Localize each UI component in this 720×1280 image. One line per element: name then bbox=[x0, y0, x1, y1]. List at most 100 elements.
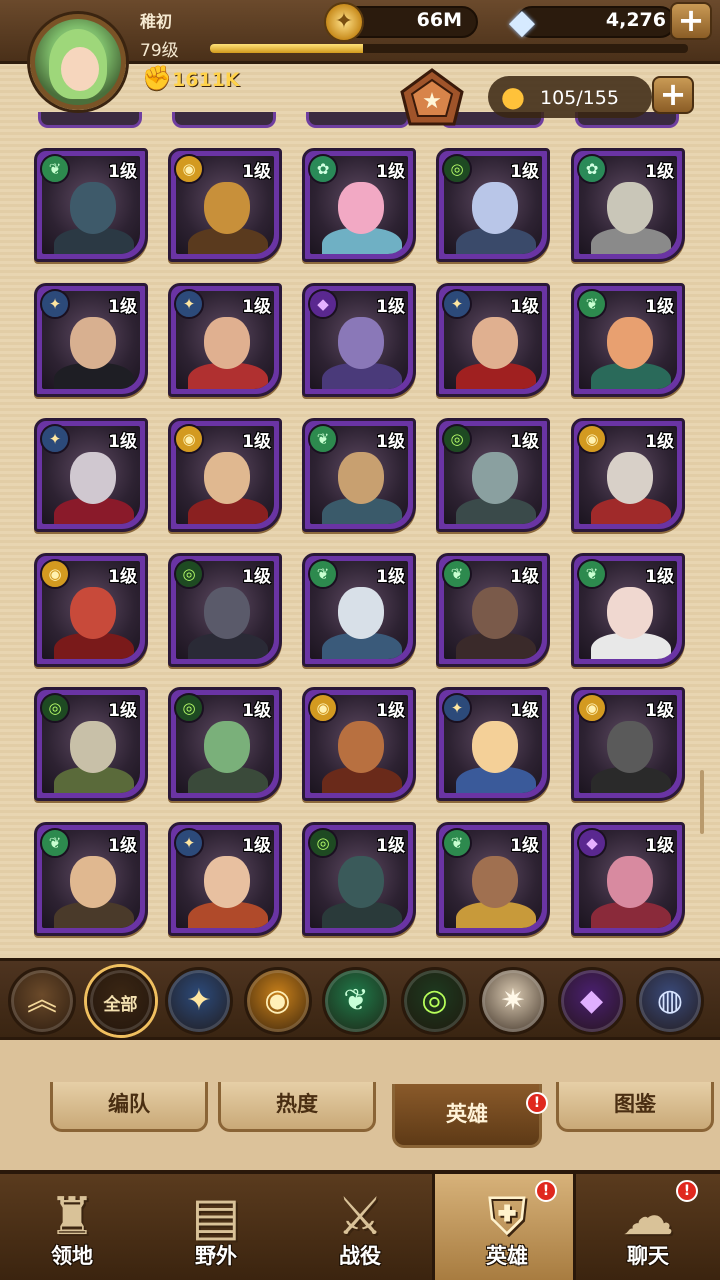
filter-hypogean-button[interactable]: ◆ bbox=[557, 967, 626, 1035]
star-badge-icon: ✦ bbox=[174, 289, 204, 319]
hero-card[interactable]: ✦ 1级 bbox=[436, 687, 550, 801]
hero-level: 1级 bbox=[645, 162, 674, 182]
filter-mauler-button[interactable]: ◉ bbox=[243, 967, 312, 1035]
hero-card[interactable]: ◉ 1级 bbox=[571, 418, 685, 532]
expand-roster-button[interactable]: + bbox=[652, 76, 694, 114]
hero-card[interactable]: ❦ 1级 bbox=[34, 822, 148, 936]
tab-1[interactable]: 热度 bbox=[218, 1082, 376, 1132]
filter-graveborn-button[interactable]: ◎ bbox=[400, 967, 469, 1035]
hero-card[interactable]: ✦ 1级 bbox=[34, 418, 148, 532]
hero-level: 1级 bbox=[242, 836, 271, 856]
hero-card[interactable]: ✦ 1级 bbox=[168, 822, 282, 936]
hero-card[interactable]: ◎ 1级 bbox=[34, 687, 148, 801]
hero-card[interactable]: ◉ 1级 bbox=[34, 553, 148, 667]
eye-badge-icon: ◎ bbox=[442, 154, 472, 184]
hero-level: 1级 bbox=[242, 567, 271, 587]
tab-3[interactable]: 图鉴 bbox=[556, 1082, 714, 1132]
add-gems-button[interactable]: + bbox=[670, 2, 712, 40]
hypogean-icon: ◆ bbox=[579, 983, 604, 1018]
hero-card[interactable]: ✦ 1级 bbox=[436, 283, 550, 397]
hero-level: 1级 bbox=[108, 162, 137, 182]
gem-value: 4,276 bbox=[605, 9, 666, 31]
nav-label: 野外 bbox=[195, 1244, 237, 1268]
eye-badge-icon: ◎ bbox=[40, 693, 70, 723]
gold-coin-icon: ✦ bbox=[324, 2, 364, 42]
player-name: 稚初 bbox=[140, 12, 173, 31]
nav-sword[interactable]: ⚔ 战役 bbox=[288, 1174, 432, 1280]
hero-card[interactable]: ◉ 1级 bbox=[302, 687, 416, 801]
hero-card[interactable]: ❦ 1级 bbox=[436, 553, 550, 667]
hero-emblem-icon: ★ bbox=[400, 68, 464, 126]
hero-level: 1级 bbox=[645, 567, 674, 587]
leaf-icon: ❦ bbox=[343, 983, 369, 1018]
filter-wilder-button[interactable]: ❦ bbox=[322, 967, 390, 1035]
hero-level: 1级 bbox=[108, 701, 137, 721]
mauler-badge-icon: ◉ bbox=[174, 154, 204, 184]
hero-level: 1级 bbox=[108, 297, 137, 317]
hero-card-partial[interactable] bbox=[172, 112, 276, 128]
mauler-icon: ◉ bbox=[264, 983, 291, 1018]
hero-card[interactable]: ◎ 1级 bbox=[436, 418, 550, 532]
hero-card[interactable]: ❦ 1级 bbox=[436, 822, 550, 936]
hero-card[interactable]: ❦ 1级 bbox=[571, 283, 685, 397]
hero-grid[interactable]: ❦ 1级 ◉ 1级 ✿ 1级 ◎ 1级 ✿ 1级 ✦ 1级 ✦ 1级 ◆ 1级 ✦ 1级 ❦ 1级 ✦ 1级 ◉ 1级 ❦ 1级 ◎… bbox=[0, 64, 720, 954]
hero-card[interactable]: ❦ 1级 bbox=[34, 148, 148, 262]
hero-card-partial[interactable] bbox=[38, 112, 142, 128]
leaf-badge-icon: ❦ bbox=[308, 424, 338, 454]
hypogean-badge-icon: ◆ bbox=[577, 828, 607, 858]
hero-card[interactable]: ✦ 1级 bbox=[168, 283, 282, 397]
hero-level: 1级 bbox=[108, 836, 137, 856]
hero-card[interactable]: ◉ 1级 bbox=[571, 687, 685, 801]
mauler-badge-icon: ◉ bbox=[577, 424, 607, 454]
filter-lightbearer-button[interactable]: ✦ bbox=[165, 967, 233, 1035]
xp-fill bbox=[210, 44, 363, 53]
eye-badge-icon: ◎ bbox=[442, 424, 472, 454]
hero-card[interactable]: ❦ 1级 bbox=[571, 553, 685, 667]
nav-map[interactable]: ▤ 野外 bbox=[144, 1174, 288, 1280]
tab-2[interactable]: 英雄 bbox=[392, 1084, 542, 1148]
hero-card[interactable]: ◆ 1级 bbox=[302, 283, 416, 397]
diamond-icon: ◆ bbox=[508, 2, 536, 42]
sun-icon: ✷ bbox=[500, 983, 526, 1018]
hero-card[interactable]: ✦ 1级 bbox=[34, 283, 148, 397]
hero-card[interactable]: ◉ 1级 bbox=[168, 148, 282, 262]
eye-icon: ◎ bbox=[421, 983, 448, 1018]
hero-card[interactable]: ◆ 1级 bbox=[571, 822, 685, 936]
hero-card[interactable]: ❦ 1级 bbox=[302, 553, 416, 667]
filter-dimensional-button[interactable]: ◍ bbox=[636, 967, 704, 1035]
hero-level: 1级 bbox=[376, 836, 405, 856]
scrollbar[interactable] bbox=[700, 770, 704, 834]
dimensional-icon: ◍ bbox=[656, 983, 684, 1018]
filter-all-button[interactable]: 全部 bbox=[86, 967, 155, 1035]
hero-sub-tabs: 编队 热度 英雄! 图鉴 bbox=[0, 1040, 720, 1170]
hero-level: 1级 bbox=[645, 836, 674, 856]
hero-level: 1级 bbox=[510, 432, 539, 452]
star-badge-icon: ✦ bbox=[174, 828, 204, 858]
hero-card[interactable]: ✿ 1级 bbox=[302, 148, 416, 262]
hero-card[interactable]: ◎ 1级 bbox=[436, 148, 550, 262]
bottom-navigation: ♜ 领地 ▤ 野外 ⚔ 战役 ⛨ 英雄! ☁ 聊天! bbox=[0, 1170, 720, 1280]
nav-helmet[interactable]: ⛨ 英雄! bbox=[432, 1174, 576, 1280]
alert-badge: ! bbox=[526, 1092, 548, 1114]
hero-card[interactable]: ◉ 1级 bbox=[168, 418, 282, 532]
lotus-badge-icon: ✿ bbox=[577, 154, 607, 184]
player-avatar[interactable] bbox=[30, 14, 126, 110]
nav-label: 聊天 bbox=[627, 1244, 669, 1268]
star-badge-icon: ✦ bbox=[40, 289, 70, 319]
nav-castle[interactable]: ♜ 领地 bbox=[0, 1174, 144, 1280]
filter-celestial-button[interactable]: ✷ bbox=[479, 967, 547, 1035]
leaf-badge-icon: ❦ bbox=[442, 828, 472, 858]
hero-level: 1级 bbox=[645, 432, 674, 452]
tab-0[interactable]: 编队 bbox=[50, 1082, 208, 1132]
hero-card[interactable]: ✿ 1级 bbox=[571, 148, 685, 262]
star-icon: ✦ bbox=[186, 983, 212, 1018]
nav-chat[interactable]: ☁ 聊天! bbox=[576, 1174, 720, 1280]
gold-value: 66M bbox=[416, 9, 462, 31]
hero-card[interactable]: ◎ 1级 bbox=[302, 822, 416, 936]
filter-collapse-button[interactable]: ︽ bbox=[8, 967, 76, 1035]
player-level: 79级 bbox=[140, 41, 179, 61]
hero-card[interactable]: ❦ 1级 bbox=[302, 418, 416, 532]
hero-card[interactable]: ◎ 1级 bbox=[168, 553, 282, 667]
star-badge-icon: ✦ bbox=[40, 424, 70, 454]
hero-card[interactable]: ◎ 1级 bbox=[168, 687, 282, 801]
